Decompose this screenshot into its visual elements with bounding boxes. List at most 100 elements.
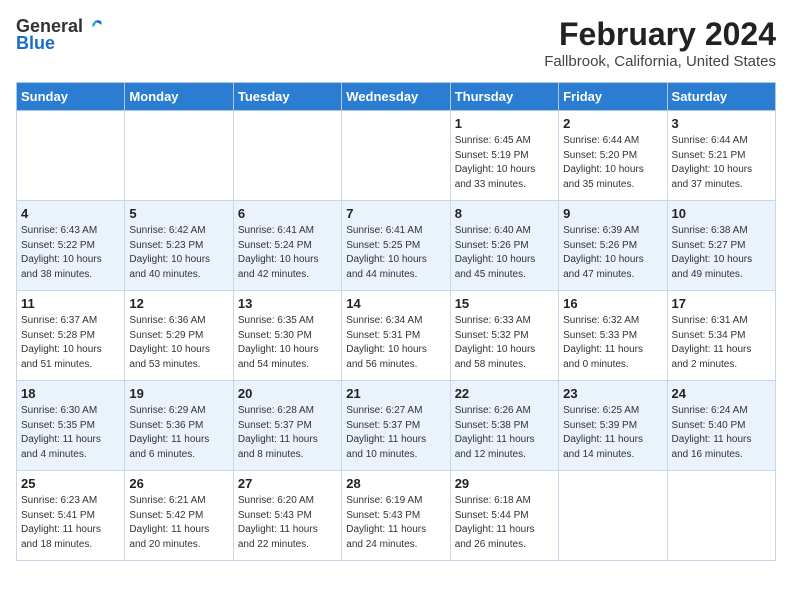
week-row-5: 25 Sunrise: 6:23 AMSunset: 5:41 PMDayligh… <box>17 471 776 561</box>
day-number: 14 <box>346 296 445 311</box>
day-header-monday: Monday <box>125 83 233 111</box>
calendar-cell: 28 Sunrise: 6:19 AMSunset: 5:43 PMDayligh… <box>342 471 450 561</box>
day-number: 29 <box>455 476 554 491</box>
calendar-cell: 21 Sunrise: 6:27 AMSunset: 5:37 PMDayligh… <box>342 381 450 471</box>
cell-content: Sunrise: 6:26 AMSunset: 5:38 PMDaylight:… <box>455 404 554 462</box>
cell-content: Sunrise: 6:25 AMSunset: 5:39 PMDaylight:… <box>563 404 662 462</box>
calendar-cell: 26 Sunrise: 6:21 AMSunset: 5:42 PMDayligh… <box>125 471 233 561</box>
day-number: 15 <box>455 296 554 311</box>
cell-content: Sunrise: 6:39 AMSunset: 5:26 PMDaylight:… <box>563 224 662 282</box>
day-number: 28 <box>346 476 445 491</box>
cell-content: Sunrise: 6:21 AMSunset: 5:42 PMDaylight:… <box>129 494 228 552</box>
logo-bird-icon <box>85 17 105 37</box>
week-row-3: 11 Sunrise: 6:37 AMSunset: 5:28 PMDayligh… <box>17 291 776 381</box>
day-header-sunday: Sunday <box>17 83 125 111</box>
day-number: 19 <box>129 386 228 401</box>
calendar-cell: 8Sunrise: 6:40 AMSunset: 5:26 PMDaylight… <box>450 201 558 291</box>
cell-content: Sunrise: 6:36 AMSunset: 5:29 PMDaylight:… <box>129 314 228 372</box>
cell-content: Sunrise: 6:20 AMSunset: 5:43 PMDaylight:… <box>238 494 337 552</box>
logo: General Blue <box>16 16 105 54</box>
week-row-2: 4 Sunrise: 6:43 AMSunset: 5:22 PMDaylight… <box>17 201 776 291</box>
calendar-cell: 5 Sunrise: 6:42 AMSunset: 5:23 PMDaylight… <box>125 201 233 291</box>
day-number: 17 <box>672 296 771 311</box>
cell-content: Sunrise: 6:33 AMSunset: 5:32 PMDaylight:… <box>455 314 554 372</box>
day-number: 21 <box>346 386 445 401</box>
calendar-cell: 27 Sunrise: 6:20 AMSunset: 5:43 PMDayligh… <box>233 471 341 561</box>
title-block: February 2024 Fallbrook, California, Uni… <box>544 16 776 70</box>
day-number: 6 <box>238 206 337 221</box>
cell-content: Sunrise: 6:42 AMSunset: 5:23 PMDaylight:… <box>129 224 228 282</box>
day-number: 5 <box>129 206 228 221</box>
day-number: 1 <box>455 116 554 131</box>
calendar-cell: 7Sunrise: 6:41 AMSunset: 5:25 PMDaylight… <box>342 201 450 291</box>
day-header-friday: Friday <box>559 83 667 111</box>
day-number: 16 <box>563 296 662 311</box>
subtitle: Fallbrook, California, United States <box>544 53 776 70</box>
day-number: 11 <box>21 296 120 311</box>
cell-content: Sunrise: 6:37 AMSunset: 5:28 PMDaylight:… <box>21 314 120 372</box>
calendar-cell: 18Sunrise: 6:30 AMSunset: 5:35 PMDayligh… <box>17 381 125 471</box>
day-header-saturday: Saturday <box>667 83 775 111</box>
day-number: 26 <box>129 476 228 491</box>
day-number: 4 <box>21 206 120 221</box>
cell-content: Sunrise: 6:18 AMSunset: 5:44 PMDaylight:… <box>455 494 554 552</box>
calendar-header-row: SundayMondayTuesdayWednesdayThursdayFrid… <box>17 83 776 111</box>
calendar-cell: 11 Sunrise: 6:37 AMSunset: 5:28 PMDayligh… <box>17 291 125 381</box>
day-number: 23 <box>563 386 662 401</box>
calendar-cell: 17 Sunrise: 6:31 AMSunset: 5:34 PMDayligh… <box>667 291 775 381</box>
calendar-cell: 23 Sunrise: 6:25 AMSunset: 5:39 PMDayligh… <box>559 381 667 471</box>
cell-content: Sunrise: 6:41 AMSunset: 5:24 PMDaylight:… <box>238 224 337 282</box>
cell-content: Sunrise: 6:27 AMSunset: 5:37 PMDaylight:… <box>346 404 445 462</box>
day-number: 10 <box>672 206 771 221</box>
day-header-wednesday: Wednesday <box>342 83 450 111</box>
cell-content: Sunrise: 6:31 AMSunset: 5:34 PMDaylight:… <box>672 314 771 372</box>
calendar-cell: 2Sunrise: 6:44 AMSunset: 5:20 PMDaylight… <box>559 111 667 201</box>
calendar-cell: 24Sunrise: 6:24 AMSunset: 5:40 PMDayligh… <box>667 381 775 471</box>
cell-content: Sunrise: 6:45 AMSunset: 5:19 PMDaylight:… <box>455 134 554 192</box>
cell-content: Sunrise: 6:44 AMSunset: 5:21 PMDaylight:… <box>672 134 771 192</box>
cell-content: Sunrise: 6:35 AMSunset: 5:30 PMDaylight:… <box>238 314 337 372</box>
day-number: 8 <box>455 206 554 221</box>
calendar-cell: 4 Sunrise: 6:43 AMSunset: 5:22 PMDaylight… <box>17 201 125 291</box>
day-number: 25 <box>21 476 120 491</box>
calendar-cell: 1 Sunrise: 6:45 AMSunset: 5:19 PMDaylight… <box>450 111 558 201</box>
day-number: 27 <box>238 476 337 491</box>
cell-content: Sunrise: 6:28 AMSunset: 5:37 PMDaylight:… <box>238 404 337 462</box>
calendar-cell: 20 Sunrise: 6:28 AMSunset: 5:37 PMDayligh… <box>233 381 341 471</box>
cell-content: Sunrise: 6:29 AMSunset: 5:36 PMDaylight:… <box>129 404 228 462</box>
day-number: 18 <box>21 386 120 401</box>
day-number: 13 <box>238 296 337 311</box>
week-row-1: 1 Sunrise: 6:45 AMSunset: 5:19 PMDaylight… <box>17 111 776 201</box>
day-number: 20 <box>238 386 337 401</box>
week-row-4: 18Sunrise: 6:30 AMSunset: 5:35 PMDayligh… <box>17 381 776 471</box>
cell-content: Sunrise: 6:23 AMSunset: 5:41 PMDaylight:… <box>21 494 120 552</box>
calendar-table: SundayMondayTuesdayWednesdayThursdayFrid… <box>16 82 776 561</box>
day-header-thursday: Thursday <box>450 83 558 111</box>
main-title: February 2024 <box>544 16 776 53</box>
calendar-cell: 15 Sunrise: 6:33 AMSunset: 5:32 PMDayligh… <box>450 291 558 381</box>
calendar-cell <box>17 111 125 201</box>
calendar-cell <box>125 111 233 201</box>
cell-content: Sunrise: 6:43 AMSunset: 5:22 PMDaylight:… <box>21 224 120 282</box>
calendar-cell: 14 Sunrise: 6:34 AMSunset: 5:31 PMDayligh… <box>342 291 450 381</box>
logo-blue: Blue <box>16 33 55 54</box>
calendar-cell <box>342 111 450 201</box>
day-header-tuesday: Tuesday <box>233 83 341 111</box>
calendar-cell <box>233 111 341 201</box>
calendar-cell <box>559 471 667 561</box>
calendar-cell: 12Sunrise: 6:36 AMSunset: 5:29 PMDayligh… <box>125 291 233 381</box>
calendar-cell: 10 Sunrise: 6:38 AMSunset: 5:27 PMDayligh… <box>667 201 775 291</box>
day-number: 9 <box>563 206 662 221</box>
calendar-cell: 13 Sunrise: 6:35 AMSunset: 5:30 PMDayligh… <box>233 291 341 381</box>
cell-content: Sunrise: 6:19 AMSunset: 5:43 PMDaylight:… <box>346 494 445 552</box>
calendar-cell <box>667 471 775 561</box>
cell-content: Sunrise: 6:44 AMSunset: 5:20 PMDaylight:… <box>563 134 662 192</box>
cell-content: Sunrise: 6:34 AMSunset: 5:31 PMDaylight:… <box>346 314 445 372</box>
day-number: 3 <box>672 116 771 131</box>
calendar-cell: 6 Sunrise: 6:41 AMSunset: 5:24 PMDaylight… <box>233 201 341 291</box>
day-number: 7 <box>346 206 445 221</box>
day-number: 22 <box>455 386 554 401</box>
cell-content: Sunrise: 6:24 AMSunset: 5:40 PMDaylight:… <box>672 404 771 462</box>
cell-content: Sunrise: 6:38 AMSunset: 5:27 PMDaylight:… <box>672 224 771 282</box>
page-header: General Blue February 2024 Fallbrook, Ca… <box>16 16 776 70</box>
